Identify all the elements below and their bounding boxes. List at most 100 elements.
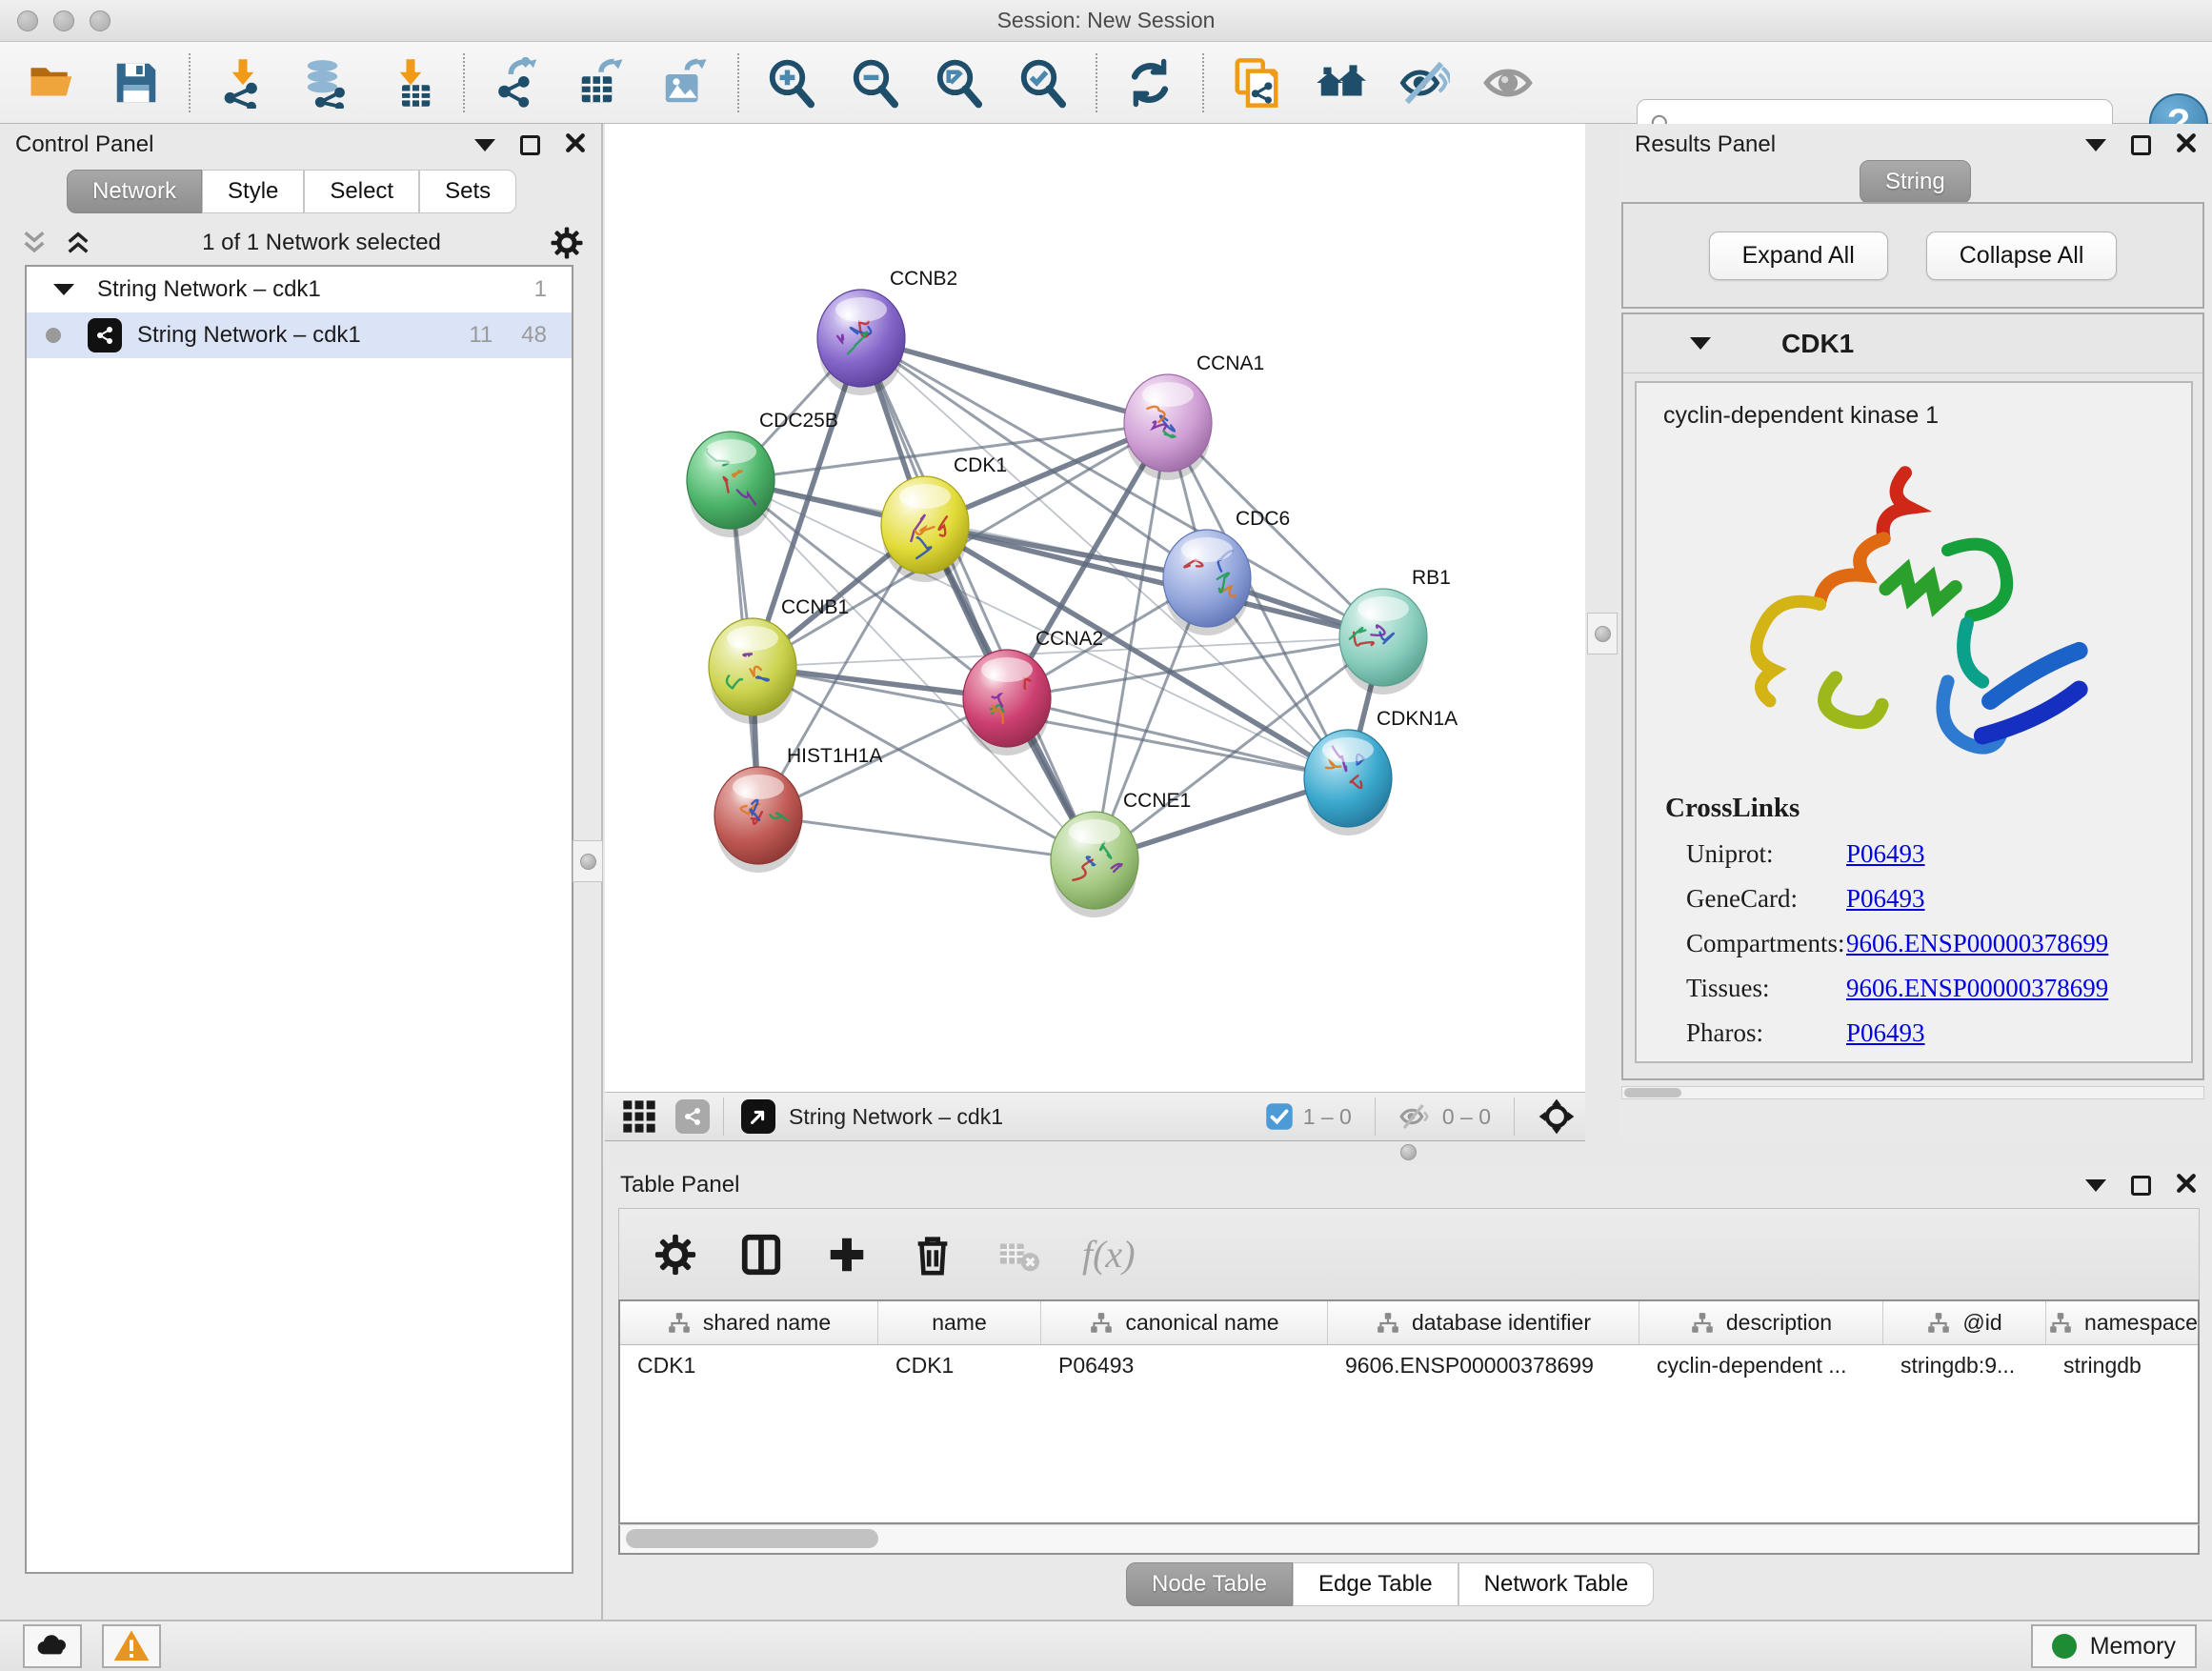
table-row[interactable]: CDK1 CDK1 P06493 9606.ENSP00000378699 cy… <box>620 1345 2198 1387</box>
crosslink-label: GeneCard: <box>1665 884 1846 914</box>
network-options-gear-icon[interactable] <box>550 226 584 260</box>
table-options-gear-icon[interactable] <box>654 1233 697 1277</box>
panel-menu-icon[interactable] <box>474 139 495 151</box>
open-folder-icon[interactable] <box>25 55 80 111</box>
cell-namespace[interactable]: stringdb <box>2046 1345 2200 1387</box>
left-splitter-handle[interactable] <box>573 840 603 882</box>
panel-menu-icon[interactable] <box>2085 1179 2106 1192</box>
zoom-out-icon[interactable] <box>848 55 903 111</box>
column-header-database-identifier[interactable]: database identifier <box>1328 1301 1639 1344</box>
tab-network[interactable]: Network <box>67 170 202 213</box>
collapse-all-button[interactable]: Collapse All <box>1926 232 2118 280</box>
open-in-new-window-icon[interactable] <box>741 1099 775 1134</box>
tab-string[interactable]: String <box>1860 160 1971 204</box>
cell-name[interactable]: CDK1 <box>878 1345 1041 1387</box>
right-splitter-handle[interactable] <box>1587 613 1618 654</box>
network-view[interactable]: CCNB2CCNA1CDC25BCDK1CDC6RB1CCNB1CCNA2CDK… <box>605 124 1585 1092</box>
panel-float-icon[interactable] <box>520 135 540 155</box>
minimize-window-button[interactable] <box>53 10 74 31</box>
refresh-layout-icon[interactable] <box>1122 55 1177 111</box>
cell-canonical-name[interactable]: P06493 <box>1041 1345 1328 1387</box>
cloud-status-button[interactable] <box>23 1624 82 1668</box>
zoom-in-icon[interactable] <box>764 55 819 111</box>
delete-table-icon[interactable] <box>996 1233 1040 1277</box>
string-home-icon[interactable] <box>1313 55 1368 111</box>
birds-eye-grid-icon[interactable] <box>620 1097 658 1136</box>
column-header-canonical-name[interactable]: canonical name <box>1041 1301 1328 1344</box>
show-columns-icon[interactable] <box>739 1233 783 1277</box>
current-network-name: String Network – cdk1 <box>789 1104 1003 1130</box>
cell-shared-name[interactable]: CDK1 <box>620 1345 878 1387</box>
panel-close-icon[interactable] <box>2176 1173 2197 1198</box>
tab-sets[interactable]: Sets <box>419 170 516 213</box>
expand-all-button[interactable]: Expand All <box>1709 232 1888 280</box>
add-column-icon[interactable] <box>825 1233 869 1277</box>
panel-close-icon[interactable] <box>2176 132 2197 158</box>
network-column-icon <box>1376 1311 1400 1336</box>
panel-float-icon[interactable] <box>2131 1176 2151 1196</box>
tab-network-table[interactable]: Network Table <box>1458 1562 1655 1606</box>
import-network-from-database-icon[interactable] <box>299 55 354 111</box>
tab-select[interactable]: Select <box>304 170 419 213</box>
expand-all-networks-icon[interactable] <box>63 228 93 258</box>
network-canvas[interactable]: CCNB2CCNA1CDC25BCDK1CDC6RB1CCNB1CCNA2CDK… <box>605 124 1585 1092</box>
compartments-link[interactable]: 9606.ENSP00000378699 <box>1846 929 2108 958</box>
import-network-icon[interactable] <box>215 55 271 111</box>
import-table-icon[interactable] <box>383 55 438 111</box>
panel-menu-icon[interactable] <box>2085 139 2106 151</box>
delete-column-icon[interactable] <box>911 1233 955 1277</box>
cell-description[interactable]: cyclin-dependent ... <box>1639 1345 1883 1387</box>
collection-expander-icon[interactable] <box>53 284 74 295</box>
column-header-description[interactable]: description <box>1639 1301 1883 1344</box>
network-row[interactable]: String Network – cdk1 11 48 <box>27 312 572 358</box>
column-header-name[interactable]: name <box>878 1301 1041 1344</box>
horizontal-splitter[interactable] <box>605 1141 2212 1164</box>
application-window: Session: New Session <box>0 0 2212 1671</box>
table-horizontal-scrollbar[interactable] <box>618 1524 2200 1555</box>
node-label: CCNB2 <box>890 268 957 290</box>
save-session-icon[interactable] <box>109 55 164 111</box>
export-network-icon[interactable] <box>490 55 545 111</box>
gene-section-header[interactable]: CDK1 <box>1623 314 2202 373</box>
cell-database-identifier[interactable]: 9606.ENSP00000378699 <box>1328 1345 1639 1387</box>
crosslink-label: Pharos: <box>1665 1018 1846 1048</box>
network-collection-row[interactable]: String Network – cdk1 1 <box>27 267 572 312</box>
close-window-button[interactable] <box>17 10 38 31</box>
export-table-icon[interactable] <box>573 55 629 111</box>
network-column-icon <box>667 1311 692 1336</box>
maximize-window-button[interactable] <box>90 10 111 31</box>
tab-node-table[interactable]: Node Table <box>1126 1562 1293 1606</box>
memory-button[interactable]: Memory <box>2031 1624 2197 1668</box>
column-header-namespace[interactable]: namespace <box>2046 1301 2200 1344</box>
fit-selected-crosshair-icon[interactable] <box>1538 1097 1576 1136</box>
column-header-id[interactable]: @id <box>1883 1301 2046 1344</box>
pharos-link[interactable]: P06493 <box>1846 1018 1925 1048</box>
tab-style[interactable]: Style <box>202 170 304 213</box>
genecard-link[interactable]: P06493 <box>1846 884 1925 914</box>
export-image-icon[interactable] <box>657 55 713 111</box>
tab-edge-table[interactable]: Edge Table <box>1293 1562 1458 1606</box>
warnings-button[interactable] <box>102 1624 161 1668</box>
cloud-icon <box>33 1627 71 1665</box>
uniprot-link[interactable]: P06493 <box>1846 839 1925 869</box>
tissues-link[interactable]: 9606.ENSP00000378699 <box>1846 974 2108 1003</box>
clone-network-icon[interactable] <box>1229 55 1284 111</box>
crosslinks-title: CrossLinks <box>1665 793 2108 824</box>
collapse-all-networks-icon[interactable] <box>19 228 50 258</box>
function-builder-icon[interactable]: f(x) <box>1082 1232 1136 1277</box>
network-column-icon <box>1690 1311 1715 1336</box>
hide-selected-icon[interactable] <box>1397 55 1452 111</box>
zoom-fit-icon[interactable] <box>932 55 987 111</box>
selected-checkbox-icon[interactable] <box>1265 1102 1294 1131</box>
string-panel-icon[interactable] <box>675 1099 710 1134</box>
hidden-eye-icon[interactable] <box>1398 1099 1433 1134</box>
show-all-icon[interactable] <box>1480 55 1536 111</box>
panel-float-icon[interactable] <box>2131 135 2151 155</box>
section-expander-icon[interactable] <box>1690 337 1711 350</box>
cell-id[interactable]: stringdb:9... <box>1883 1345 2046 1387</box>
splitter-grab-dot[interactable] <box>1400 1144 1417 1160</box>
panel-close-icon[interactable] <box>565 132 586 158</box>
results-horizontal-scrollbar[interactable] <box>1621 1086 2204 1099</box>
column-header-shared-name[interactable]: shared name <box>620 1301 878 1344</box>
zoom-selected-icon[interactable] <box>1016 55 1071 111</box>
